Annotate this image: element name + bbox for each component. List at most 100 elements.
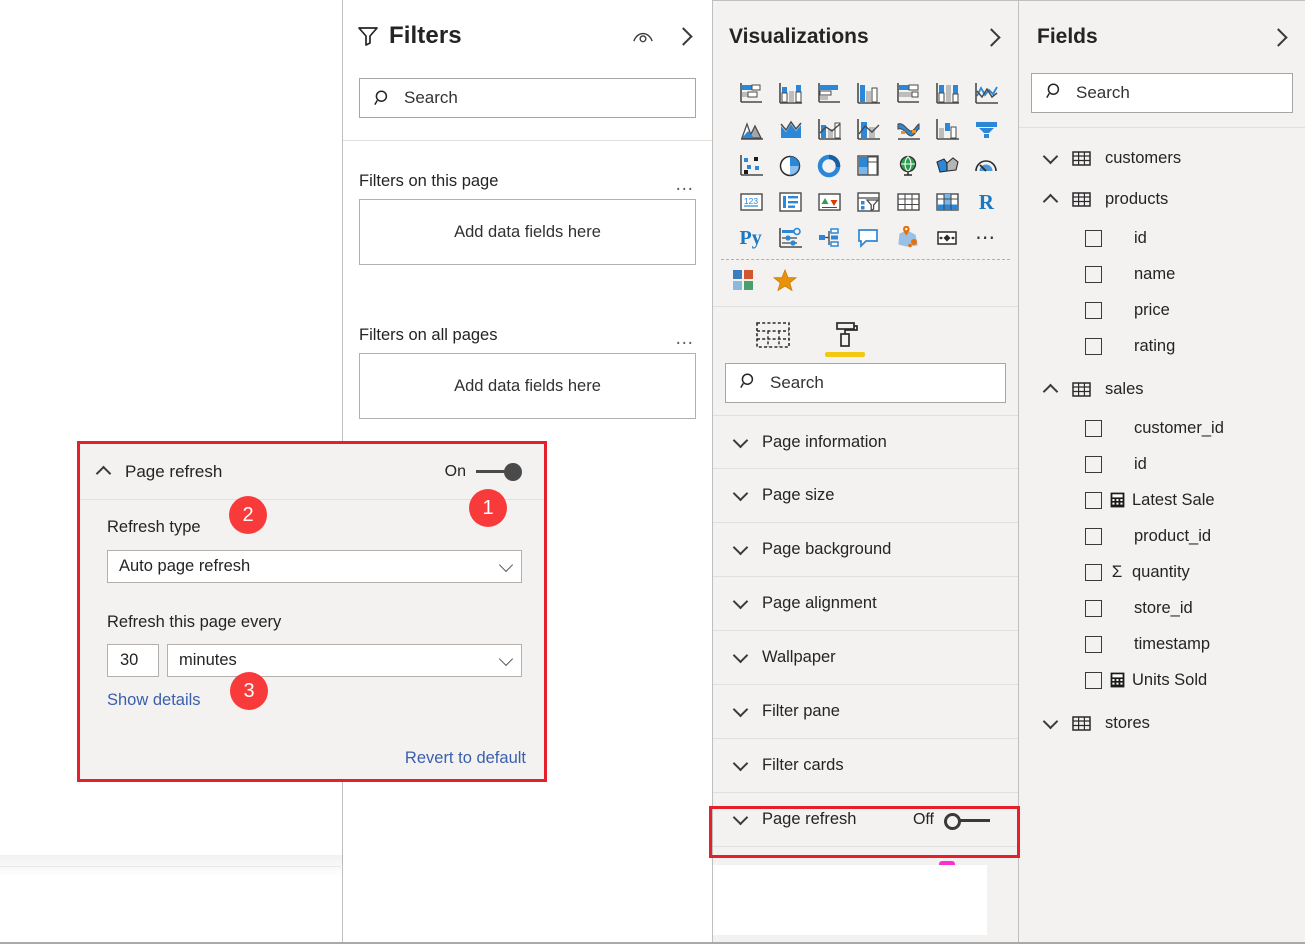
python-visual-icon[interactable]: Py bbox=[735, 223, 767, 253]
table-icon bbox=[1072, 380, 1091, 399]
map-icon[interactable] bbox=[892, 151, 924, 181]
donut-chart-icon[interactable] bbox=[813, 151, 845, 181]
field-item-id[interactable]: id bbox=[1019, 220, 1305, 256]
filters-on-this-page-dropzone[interactable]: Add data fields here bbox=[359, 199, 696, 265]
field-item-units-sold[interactable]: Units Sold bbox=[1019, 662, 1305, 698]
filters-on-this-page-menu-icon[interactable]: … bbox=[675, 179, 696, 191]
waterfall-chart-icon[interactable] bbox=[931, 115, 963, 145]
field-item-timestamp[interactable]: timestamp bbox=[1019, 626, 1305, 662]
field-item-store-id[interactable]: store_id bbox=[1019, 590, 1305, 626]
field-checkbox[interactable] bbox=[1085, 420, 1102, 437]
matrix-icon[interactable] bbox=[931, 187, 963, 217]
100-stacked-column-chart-icon[interactable] bbox=[931, 79, 963, 109]
fields-search-input[interactable]: Search bbox=[1031, 73, 1293, 113]
qa-visual-icon[interactable] bbox=[852, 223, 884, 253]
line-stacked-column-chart-icon[interactable] bbox=[813, 115, 845, 145]
field-table-stores[interactable]: stores bbox=[1019, 703, 1305, 744]
fields-pane-icon[interactable] bbox=[751, 315, 795, 355]
stacked-column-chart-icon[interactable] bbox=[774, 79, 806, 109]
format-search-input[interactable]: Search bbox=[725, 363, 1006, 403]
toggle-switch-on[interactable] bbox=[476, 463, 522, 481]
field-checkbox[interactable] bbox=[1085, 600, 1102, 617]
pie-chart-icon[interactable] bbox=[774, 151, 806, 181]
arcgis-map-icon[interactable] bbox=[892, 223, 924, 253]
key-influencers-icon[interactable] bbox=[774, 223, 806, 253]
line-clustered-column-chart-icon[interactable] bbox=[852, 115, 884, 145]
table-icon bbox=[1072, 190, 1091, 209]
format-section-page-refresh[interactable]: Page refresh Off bbox=[713, 793, 1018, 847]
kpi-icon[interactable] bbox=[813, 187, 845, 217]
refresh-interval-number-input[interactable]: 30 bbox=[107, 644, 159, 677]
eye-icon[interactable] bbox=[630, 23, 656, 49]
scatter-chart-icon[interactable] bbox=[735, 151, 767, 181]
page-refresh-toggle-off[interactable]: Off bbox=[913, 811, 990, 829]
paginated-report-icon[interactable] bbox=[931, 223, 963, 253]
gauge-icon[interactable] bbox=[970, 151, 1002, 181]
format-section-page-information[interactable]: Page information bbox=[713, 415, 1018, 469]
decomposition-tree-icon[interactable] bbox=[813, 223, 845, 253]
filled-map-icon[interactable] bbox=[931, 151, 963, 181]
line-chart-icon[interactable] bbox=[970, 79, 1002, 109]
table-icon[interactable] bbox=[892, 187, 924, 217]
slicer-icon[interactable] bbox=[852, 187, 884, 217]
stacked-area-chart-icon[interactable] bbox=[774, 115, 806, 145]
field-table-products[interactable]: products bbox=[1019, 179, 1305, 220]
field-item-rating[interactable]: rating bbox=[1019, 328, 1305, 364]
stacked-bar-chart-icon[interactable] bbox=[735, 79, 767, 109]
funnel-chart-icon[interactable] bbox=[970, 115, 1002, 145]
format-section-filter-pane[interactable]: Filter pane bbox=[713, 685, 1018, 739]
field-item-latest-sale[interactable]: Latest Sale bbox=[1019, 482, 1305, 518]
field-checkbox[interactable] bbox=[1085, 564, 1102, 581]
filters-collapse-chevron-right-icon[interactable] bbox=[670, 23, 696, 49]
fields-collapse-chevron-right-icon[interactable] bbox=[1265, 24, 1291, 50]
paint-roller-icon[interactable] bbox=[823, 315, 867, 355]
field-checkbox[interactable] bbox=[1085, 230, 1102, 247]
format-section-wallpaper[interactable]: Wallpaper bbox=[713, 631, 1018, 685]
format-section-page-alignment[interactable]: Page alignment bbox=[713, 577, 1018, 631]
field-checkbox[interactable] bbox=[1085, 456, 1102, 473]
page-refresh-toggle[interactable]: On bbox=[445, 463, 522, 481]
toggle-switch[interactable] bbox=[944, 813, 990, 827]
100-stacked-bar-chart-icon[interactable] bbox=[892, 79, 924, 109]
format-section-page-background[interactable]: Page background bbox=[713, 523, 1018, 577]
field-checkbox[interactable] bbox=[1085, 338, 1102, 355]
field-checkbox[interactable] bbox=[1085, 492, 1102, 509]
field-item-product-id[interactable]: product_id bbox=[1019, 518, 1305, 554]
r-script-visual-icon[interactable]: R bbox=[970, 187, 1002, 217]
more-options-icon[interactable]: ⋯ bbox=[970, 223, 1002, 253]
field-table-customers[interactable]: customers bbox=[1019, 138, 1305, 179]
clustered-bar-chart-icon[interactable] bbox=[813, 79, 845, 109]
filters-on-all-pages-dropzone[interactable]: Add data fields here bbox=[359, 353, 696, 419]
field-checkbox[interactable] bbox=[1085, 528, 1102, 545]
field-table-sales[interactable]: sales bbox=[1019, 369, 1305, 410]
card-icon[interactable]: 123 bbox=[735, 187, 767, 217]
field-checkbox[interactable] bbox=[1085, 636, 1102, 653]
area-chart-icon[interactable] bbox=[735, 115, 767, 145]
table-name: products bbox=[1105, 190, 1168, 209]
ribbon-chart-icon[interactable] bbox=[892, 115, 924, 145]
multi-row-card-icon[interactable] bbox=[774, 187, 806, 217]
field-checkbox[interactable] bbox=[1085, 672, 1102, 689]
field-item-id[interactable]: id bbox=[1019, 446, 1305, 482]
filters-search-input[interactable]: Search bbox=[359, 78, 696, 118]
treemap-icon[interactable] bbox=[852, 151, 884, 181]
get-more-visuals-icon[interactable] bbox=[733, 270, 755, 297]
chevron-up-icon bbox=[1043, 384, 1059, 400]
visualizations-collapse-chevron-right-icon[interactable] bbox=[978, 24, 1004, 50]
favorite-visual-icon[interactable] bbox=[773, 269, 797, 297]
field-item-price[interactable]: price bbox=[1019, 292, 1305, 328]
revert-to-default-link[interactable]: Revert to default bbox=[405, 749, 526, 768]
clustered-column-chart-icon[interactable] bbox=[852, 79, 884, 109]
filters-on-all-pages-menu-icon[interactable]: … bbox=[675, 333, 696, 345]
refresh-interval-unit-dropdown[interactable]: minutes bbox=[167, 644, 522, 677]
field-item-name[interactable]: name bbox=[1019, 256, 1305, 292]
format-section-page-size[interactable]: Page size bbox=[713, 469, 1018, 523]
show-details-link[interactable]: Show details bbox=[107, 691, 201, 710]
field-checkbox[interactable] bbox=[1085, 266, 1102, 283]
field-item-customer-id[interactable]: customer_id bbox=[1019, 410, 1305, 446]
format-section-filter-cards[interactable]: Filter cards bbox=[713, 739, 1018, 793]
field-checkbox[interactable] bbox=[1085, 302, 1102, 319]
refresh-type-dropdown[interactable]: Auto page refresh bbox=[107, 550, 522, 583]
field-item-quantity[interactable]: Σ quantity bbox=[1019, 554, 1305, 590]
page-refresh-header[interactable]: Page refresh On bbox=[80, 444, 544, 500]
